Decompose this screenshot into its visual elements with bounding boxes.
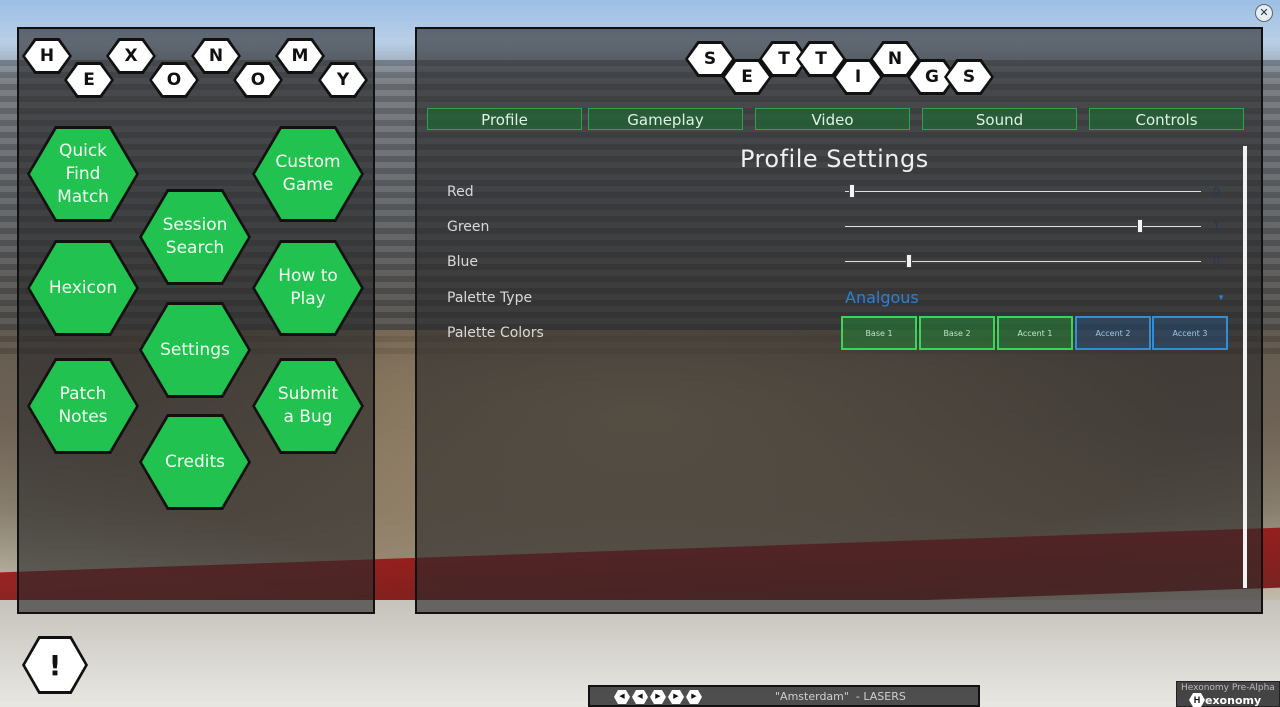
- credits-label: Credits: [165, 451, 225, 472]
- tab-profile[interactable]: Profile: [427, 108, 582, 130]
- rewind-icon[interactable]: ◀: [632, 690, 648, 704]
- watermark-brand: exonomy: [1205, 694, 1262, 707]
- palette-colors-label: Palette Colors: [447, 325, 544, 341]
- palette-type-label: Palette Type: [447, 290, 533, 306]
- settings-label: Settings: [160, 339, 230, 360]
- blue-slider-handle[interactable]: [906, 254, 913, 268]
- watermark-logo-icon: H: [1189, 693, 1205, 707]
- tab-video[interactable]: Video: [755, 108, 910, 130]
- palette-accent-1-button[interactable]: Accent 1: [997, 316, 1073, 350]
- blue-label: Blue: [447, 254, 478, 270]
- close-icon[interactable]: ✕: [1255, 4, 1273, 22]
- forward-icon[interactable]: ▶: [668, 690, 684, 704]
- green-slider[interactable]: [845, 226, 1201, 227]
- settings-scrollbar[interactable]: [1243, 146, 1247, 588]
- palette-type-dropdown[interactable]: Analgous ▼: [845, 288, 1227, 308]
- tab-sound[interactable]: Sound: [922, 108, 1077, 130]
- quick-find-match-label: Quick Find Match: [57, 140, 109, 207]
- chevron-down-icon: ▼: [1217, 293, 1225, 302]
- tab-controls[interactable]: Controls: [1089, 108, 1244, 130]
- submit-bug-label: Submit a Bug: [277, 384, 339, 427]
- custom-game-label: Custom Game: [275, 152, 341, 195]
- next-icon[interactable]: ▶: [686, 690, 702, 704]
- track-name: "Amsterdam" - LASERS: [775, 690, 906, 703]
- warning-icon: !: [48, 648, 62, 682]
- session-search-label: Session Search: [162, 215, 228, 258]
- play-icon[interactable]: ▶: [650, 690, 666, 704]
- red-label: Red: [447, 184, 474, 200]
- blue-slider[interactable]: [845, 261, 1201, 262]
- palette-accent-3-button[interactable]: Accent 3: [1152, 316, 1228, 350]
- green-value: 1: [1213, 220, 1220, 233]
- green-slider-handle[interactable]: [1137, 219, 1144, 233]
- version-watermark: Hexonomy Pre-Alpha H exonomy: [1176, 681, 1280, 707]
- music-player: ◀ ◀ ▶ ▶ ▶ "Amsterdam" - LASERS: [588, 685, 980, 707]
- green-label: Green: [447, 219, 490, 235]
- prev-icon[interactable]: ◀: [614, 690, 630, 704]
- red-slider-handle[interactable]: [849, 184, 856, 198]
- hexicon-label: Hexicon: [48, 277, 118, 298]
- palette-base-1-button[interactable]: Base 1: [841, 316, 917, 350]
- watermark-text: Hexonomy Pre-Alpha: [1181, 683, 1275, 693]
- red-value: 0: [1213, 185, 1220, 198]
- red-slider[interactable]: [845, 191, 1201, 192]
- palette-type-value: Analgous: [845, 288, 919, 307]
- blue-value: 0: [1213, 255, 1220, 268]
- patch-notes-label: Patch Notes: [58, 384, 108, 427]
- tab-gameplay[interactable]: Gameplay: [588, 108, 743, 130]
- how-to-play-label: How to Play: [278, 266, 338, 309]
- profile-settings-title: Profile Settings: [740, 145, 929, 173]
- palette-base-2-button[interactable]: Base 2: [919, 316, 995, 350]
- palette-accent-2-button[interactable]: Accent 2: [1075, 316, 1151, 350]
